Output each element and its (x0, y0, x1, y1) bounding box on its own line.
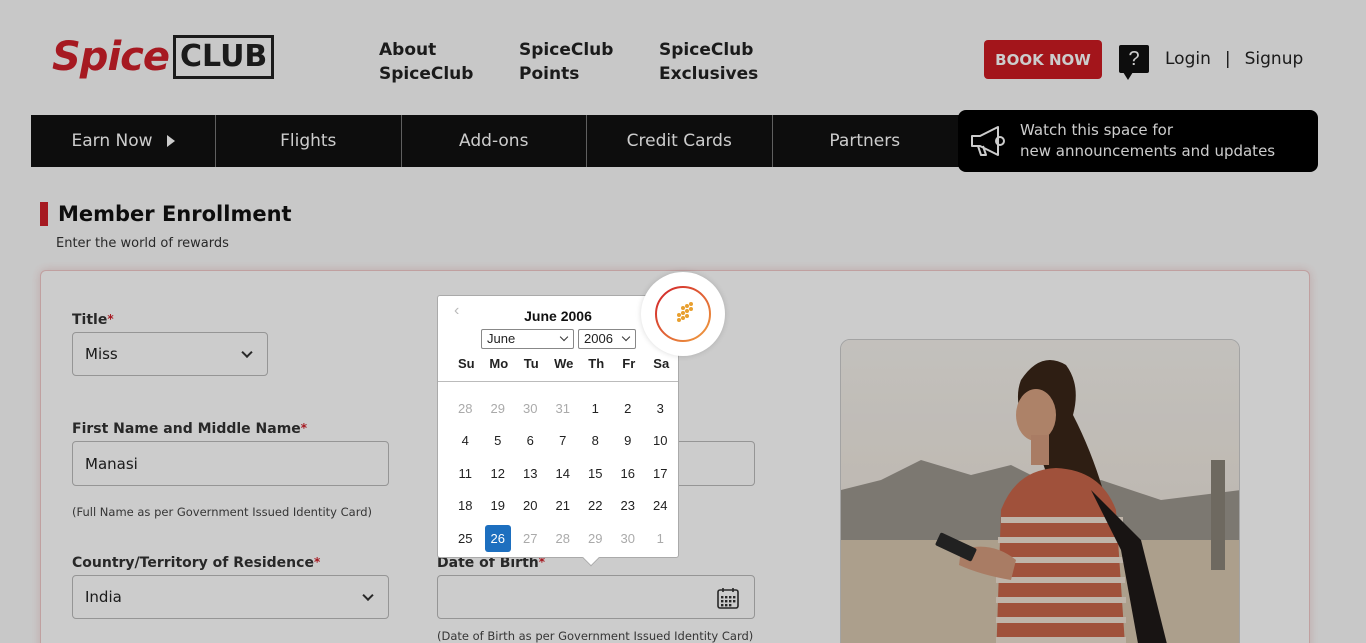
month-select[interactable]: June (481, 329, 574, 349)
calendar-day[interactable]: 24 (644, 490, 677, 523)
weekday-label: We (554, 356, 574, 371)
calendar-day[interactable]: 9 (612, 425, 645, 458)
datepicker-popup: ‹ June 2006 June 2006 Su Mo Tu We Th Fr Sa 28 2… (437, 295, 679, 567)
calendar-day[interactable]: 21 (547, 490, 580, 523)
calendar-day[interactable]: 25 (449, 522, 482, 555)
day-grid: 28 29 30 31 1 2 3 4 5 6 7 8 9 10 11 12 13 14 15 16 17 18 19 20 2… (449, 392, 677, 555)
calendar-day[interactable]: 15 (579, 457, 612, 490)
spinner-ring-icon (655, 286, 711, 342)
chevron-down-icon (559, 332, 569, 342)
calendar-day[interactable]: 6 (514, 425, 547, 458)
calendar-day[interactable]: 20 (514, 490, 547, 523)
year-select[interactable]: 2006 (578, 329, 636, 349)
calendar-day-disabled: 28 (555, 530, 570, 546)
calendar-day-disabled: 31 (555, 400, 570, 416)
calendar-day[interactable]: 13 (514, 457, 547, 490)
calendar-day[interactable]: 4 (449, 425, 482, 458)
calendar-day[interactable]: 12 (482, 457, 515, 490)
year-select-value: 2006 (584, 331, 613, 346)
weekday-label: Su (457, 356, 475, 371)
weekday-label: Fr (622, 356, 636, 371)
chevron-down-icon (621, 332, 631, 342)
calendar-day[interactable]: 1 (579, 392, 612, 425)
datepicker-divider (438, 381, 678, 382)
calendar-day[interactable]: 19 (482, 490, 515, 523)
calendar-day-disabled: 29 (588, 530, 603, 546)
calendar-day[interactable]: 8 (579, 425, 612, 458)
calendar-day[interactable]: 17 (644, 457, 677, 490)
calendar-day-disabled: 1 (656, 530, 664, 546)
calendar-day[interactable]: 18 (449, 490, 482, 523)
calendar-day[interactable]: 14 (547, 457, 580, 490)
month-select-value: June (487, 331, 516, 346)
calendar-day[interactable]: 16 (612, 457, 645, 490)
loading-spinner (641, 272, 725, 356)
weekday-header: Su Mo Tu We Th Fr Sa (450, 356, 678, 371)
calendar-day-disabled: 30 (523, 400, 538, 416)
weekday-label: Tu (523, 356, 539, 371)
calendar-day[interactable]: 11 (449, 457, 482, 490)
calendar-day-selected[interactable]: 26 (484, 525, 511, 552)
calendar-day-disabled: 30 (620, 530, 635, 546)
calendar-day[interactable]: 7 (547, 425, 580, 458)
calendar-day[interactable]: 3 (644, 392, 677, 425)
calendar-day[interactable]: 22 (579, 490, 612, 523)
weekday-label: Sa (653, 356, 670, 371)
calendar-day[interactable]: 2 (612, 392, 645, 425)
calendar-day[interactable]: 23 (612, 490, 645, 523)
weekday-label: Th (588, 356, 605, 371)
weekday-label: Mo (489, 356, 509, 371)
calendar-day-disabled: 28 (458, 400, 473, 416)
calendar-day-disabled: 29 (490, 400, 505, 416)
calendar-day[interactable]: 5 (482, 425, 515, 458)
calendar-day[interactable]: 10 (644, 425, 677, 458)
calendar-day-disabled: 27 (523, 530, 538, 546)
